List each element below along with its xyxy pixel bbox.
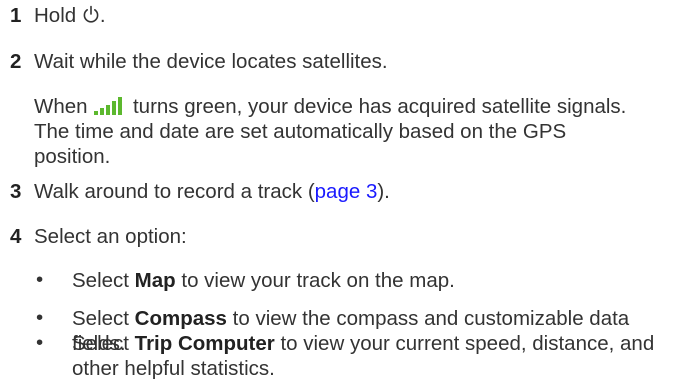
step-number: 4 <box>10 225 22 248</box>
step-text: Walk around to record a track (page 3). <box>34 180 390 203</box>
step-text: Wait while the device locates satellites… <box>34 50 388 73</box>
instructions-page: 1 Hold . 2 Wait while the device locates… <box>0 0 673 384</box>
bullet-text: Select Map to view your track on the map… <box>72 269 455 292</box>
bullet-marker: • <box>36 268 44 291</box>
step-text: Hold . <box>34 4 106 27</box>
step-number: 2 <box>10 50 22 73</box>
signal-bars-icon <box>94 97 123 115</box>
step-number: 3 <box>10 180 22 203</box>
page-link[interactable]: page 3 <box>315 180 378 203</box>
bullet-text: Select Trip Computer to view your curren… <box>72 332 655 380</box>
bullet-marker: • <box>36 331 44 354</box>
satellite-note: When turns green, your device has acquir… <box>34 95 627 168</box>
bullet-marker: • <box>36 306 44 329</box>
step-text: Select an option: <box>34 225 187 248</box>
power-icon <box>83 5 99 23</box>
step-number: 1 <box>10 4 22 27</box>
